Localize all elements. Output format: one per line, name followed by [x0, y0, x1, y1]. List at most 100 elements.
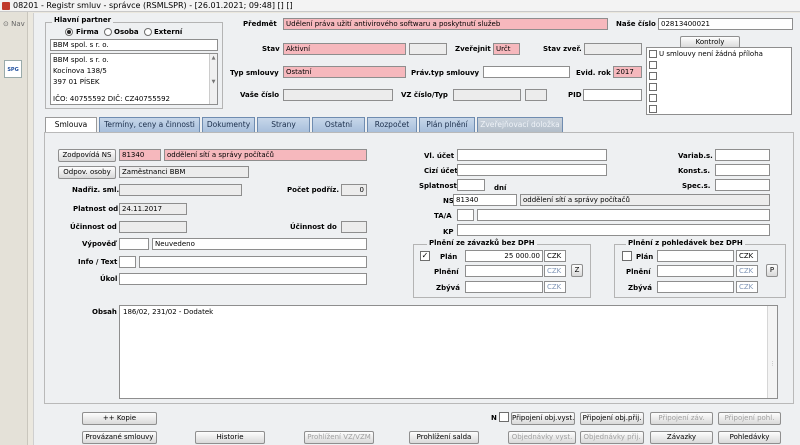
tab-smlouva[interactable]: Smlouva	[45, 117, 97, 133]
ucinnost-do-field[interactable]	[341, 221, 367, 233]
variab-field[interactable]	[715, 149, 770, 161]
dni-label: dní	[494, 184, 507, 192]
radio-osoba-label: Osoba	[114, 28, 139, 36]
tab-strany[interactable]: Strany	[257, 117, 310, 132]
radio-osoba[interactable]	[104, 28, 112, 36]
info-text-field[interactable]	[139, 256, 367, 268]
check-item-empty-1[interactable]	[649, 61, 657, 69]
radio-externi-label: Externí	[154, 28, 183, 36]
ns-name-field[interactable]: oddělení sítí a správy počítačů	[520, 194, 770, 206]
obsah-textarea[interactable]: 186/02, 231/02 - Dodatek ⋮	[119, 305, 778, 399]
stav-zver-field[interactable]	[584, 43, 642, 55]
check-item-empty-3[interactable]	[649, 83, 657, 91]
zverejnit-field[interactable]: Určt	[493, 43, 520, 55]
vz-cislo-field[interactable]	[453, 89, 521, 101]
nase-cislo-field[interactable]: 02813400021	[658, 18, 793, 30]
check-item-empty-2[interactable]	[649, 72, 657, 80]
partner-address-scrollbar[interactable]: ▲ ▼	[209, 54, 217, 104]
zbyva-zavazky-field[interactable]	[465, 281, 543, 293]
nadriz-sml-field[interactable]	[119, 184, 242, 196]
spg-icon[interactable]: SPG	[4, 60, 22, 78]
pripojeni-obj-vyst-button[interactable]: Připojení obj.vyst.	[511, 412, 575, 425]
nav-label[interactable]: ⊙ Nav	[3, 20, 25, 28]
p-button[interactable]: P	[766, 264, 778, 277]
tab-terminy[interactable]: Termíny, ceny a činnosti	[99, 117, 200, 132]
radio-firma-label: Firma	[76, 28, 99, 36]
stav-label: Stav	[262, 45, 280, 53]
pocet-podriz-field[interactable]: 0	[341, 184, 367, 196]
typ-smlouvy-field[interactable]: Ostatní	[283, 66, 406, 78]
info-code-field[interactable]	[119, 256, 136, 268]
kopie-button[interactable]: ++ Kopie	[82, 412, 157, 425]
pripojeni-pohl-button[interactable]: Připojení pohl.	[718, 412, 781, 425]
vl-ucet-field[interactable]	[457, 149, 607, 161]
pid-field[interactable]	[583, 89, 642, 101]
plan-pohledavky-checkbox[interactable]	[622, 251, 632, 261]
plan-zavazky-currency[interactable]: CZK	[544, 250, 566, 262]
pid-label: PID	[568, 91, 582, 99]
historie-button[interactable]: Historie	[195, 431, 265, 444]
vase-cislo-field[interactable]	[283, 89, 393, 101]
zodpovida-ns-name[interactable]: oddělení sítí a správy počítačů	[164, 149, 367, 161]
zbyva-pohledavky-field[interactable]	[657, 281, 734, 293]
radio-externi[interactable]	[144, 28, 152, 36]
prav-typ-field[interactable]	[483, 66, 570, 78]
predmet-field[interactable]: Udělení práva užití antivirového softwar…	[283, 18, 608, 30]
tab-zverejnovaci-dolozka[interactable]: Zveřejňovací doložka	[477, 117, 563, 132]
odpov-osoby-field[interactable]: Zaměstnanci BBM	[119, 166, 249, 178]
check-item-empty-4[interactable]	[649, 94, 657, 102]
zodpovida-ns-button[interactable]: Zodpovídá NS	[58, 149, 116, 162]
tab-rozpocet[interactable]: Rozpočet	[367, 117, 417, 132]
plan-zavazky-checkbox[interactable]: ✓	[420, 251, 430, 261]
vypoved-field[interactable]: Neuvedeno	[152, 238, 367, 250]
cizi-ucet-label: Cizí účet	[424, 167, 458, 175]
prohlizeni-salda-button[interactable]: Prohlížení salda	[409, 431, 479, 444]
check-item-checkbox[interactable]	[649, 50, 657, 58]
plan-pohledavky-currency[interactable]: CZK	[736, 250, 758, 262]
stav-extra-field[interactable]	[409, 43, 447, 55]
objednavky-prij-button[interactable]: Objednávky přij.	[580, 431, 644, 444]
stav-field[interactable]: Aktivní	[283, 43, 406, 55]
spec-field[interactable]	[715, 179, 770, 191]
plneni-pohledavky-field[interactable]	[657, 265, 734, 277]
tab-dokumenty[interactable]: Dokumenty	[202, 117, 255, 132]
zavazky-button[interactable]: Závazky	[650, 431, 713, 444]
cizi-ucet-field[interactable]	[457, 164, 607, 176]
splatnost-field[interactable]	[457, 179, 485, 191]
partner-address-line2: Kocínova 138/5	[53, 67, 107, 75]
odpov-osoby-button[interactable]: Odpov. osoby	[58, 166, 116, 179]
ukol-field[interactable]	[119, 273, 367, 285]
tab-plan-plneni[interactable]: Plán plnění	[419, 117, 475, 132]
n-checkbox[interactable]	[499, 412, 509, 422]
plneni-zavazky-field[interactable]	[465, 265, 543, 277]
prohlizeni-vz-button[interactable]: Prohlížení VZ/VZM	[304, 431, 374, 444]
obsah-scrollbar[interactable]: ⋮	[767, 306, 777, 398]
zodpovida-ns-code[interactable]: 81340	[119, 149, 161, 161]
ta-code-field[interactable]	[457, 209, 474, 221]
check-item-empty-5[interactable]	[649, 105, 657, 113]
partner-code-field[interactable]: BBM spol. s r. o.	[50, 39, 218, 51]
pripojeni-zav-button[interactable]: Připojení záv.	[650, 412, 713, 425]
pripojeni-obj-prij-button[interactable]: Připojení obj.přij.	[580, 412, 644, 425]
plneni-pohledavky-title: Plnění z pohledávek bez DPH	[626, 239, 745, 247]
vz-typ-field[interactable]	[525, 89, 547, 101]
tab-ostatni[interactable]: Ostatní	[312, 117, 365, 132]
pohledavky-button[interactable]: Pohledávky	[718, 431, 781, 444]
ns-code-field[interactable]: 81340	[453, 194, 517, 206]
ta-field[interactable]	[477, 209, 770, 221]
plneni-zavazky-currency: CZK	[544, 265, 566, 277]
konst-field[interactable]	[715, 164, 770, 176]
z-button[interactable]: Z	[571, 264, 583, 277]
ucinnost-od-field[interactable]	[119, 221, 187, 233]
partner-address-box[interactable]: BBM spol. s r. o. Kocínova 138/5 397 01 …	[50, 53, 218, 105]
kp-field[interactable]	[457, 224, 770, 236]
pocet-podriz-label: Počet podříz.	[287, 186, 340, 194]
plan-pohledavky-field[interactable]	[657, 250, 734, 262]
objednavky-vyst-button[interactable]: Objednávky vyst.	[508, 431, 576, 444]
evid-rok-field[interactable]: 2017	[613, 66, 642, 78]
provazane-smlouvy-button[interactable]: Provázané smlouvy	[82, 431, 157, 444]
radio-firma[interactable]	[65, 28, 73, 36]
platnost-od-field[interactable]: 24.11.2017	[119, 203, 187, 215]
plan-zavazky-field[interactable]: 25 000.00	[465, 250, 543, 262]
vypoved-code-field[interactable]	[119, 238, 149, 250]
